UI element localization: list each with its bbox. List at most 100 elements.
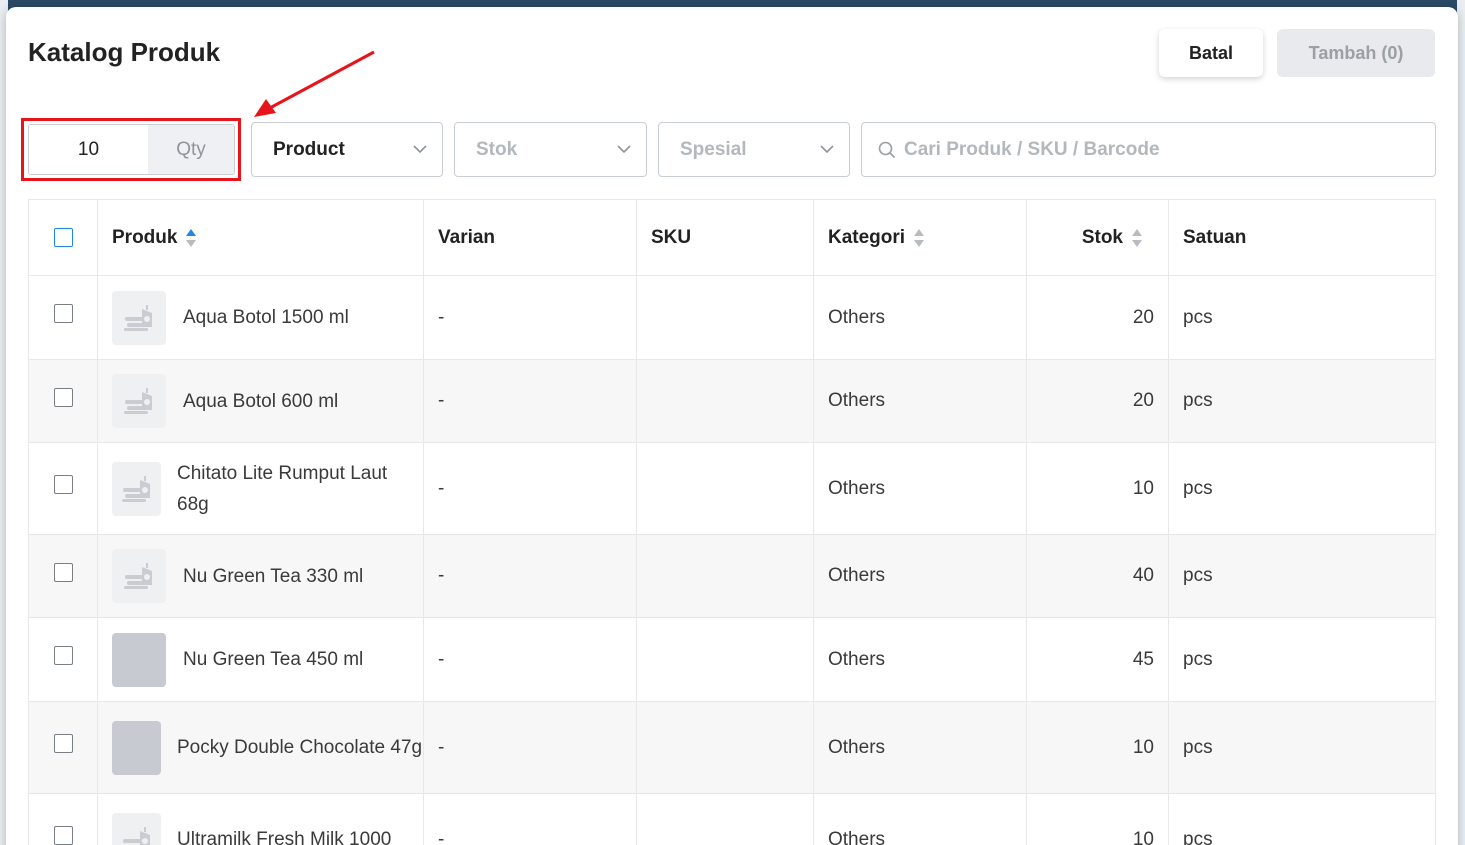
placeholder-icon [124, 388, 152, 414]
product-image [112, 632, 166, 687]
product-select-value: Product [273, 138, 345, 160]
kategori-cell: Others [814, 702, 1027, 793]
row-checkbox-cell [29, 535, 98, 617]
varian-cell: - [424, 360, 637, 442]
sort-icon[interactable] [1131, 228, 1143, 248]
header-kategori[interactable]: Kategori [814, 200, 1027, 275]
header-varian: Varian [424, 200, 637, 275]
annotation-arrow-icon [254, 50, 375, 117]
sku-cell [637, 276, 814, 359]
row-checkbox-cell [29, 618, 98, 701]
row-checkbox-cell [29, 794, 98, 845]
search-field[interactable] [861, 122, 1436, 177]
spesial-select[interactable]: Spesial [658, 122, 850, 177]
chevron-down-icon [820, 145, 834, 154]
annotation-highlight-box [21, 118, 241, 181]
row-checkbox[interactable] [53, 304, 73, 323]
stok-cell: 20 [1027, 276, 1169, 359]
table-row[interactable]: Chitato Lite Rumput Laut 68g - Others 10… [29, 443, 1435, 535]
product-cell: Aqua Botol 600 ml [98, 360, 424, 442]
product-cell: Nu Green Tea 330 ml [98, 535, 424, 617]
varian-cell: - [424, 443, 637, 534]
sku-cell [637, 360, 814, 442]
header-checkbox-cell [29, 200, 98, 275]
satuan-cell: pcs [1183, 565, 1213, 586]
search-input[interactable] [904, 138, 1424, 161]
product-thumbnail [112, 549, 166, 603]
row-checkbox[interactable] [53, 475, 73, 494]
row-checkbox[interactable] [53, 563, 73, 582]
kategori-cell: Others [814, 443, 1027, 534]
product-cell: Ultramilk Fresh Milk 1000 [98, 794, 424, 845]
header-sku: SKU [637, 200, 814, 275]
varian-cell: - [424, 535, 637, 617]
table-row[interactable]: Nu Green Tea 330 ml - Others 40 pcs [29, 535, 1435, 618]
product-table: Produk Varian SKU Kategori Stok Satuan A… [28, 199, 1436, 845]
satuan-cell: pcs [1183, 306, 1213, 328]
varian-cell: - [424, 702, 637, 793]
stok-cell: 10 [1027, 794, 1169, 845]
table-row[interactable]: Nu Green Tea 450 ml - Others 45 pcs [29, 618, 1435, 702]
sku-cell [637, 794, 814, 845]
kategori-cell: Others [814, 535, 1027, 617]
sku-cell [637, 535, 814, 617]
background-right-edge [1457, 0, 1465, 845]
table-row[interactable]: Aqua Botol 1500 ml - Others 20 pcs [29, 276, 1435, 360]
row-checkbox-cell [29, 276, 98, 359]
product-name: Aqua Botol 1500 ml [183, 307, 349, 328]
satuan-cell: pcs [1183, 477, 1213, 499]
table-row[interactable]: Ultramilk Fresh Milk 1000 - Others 10 pc… [29, 794, 1435, 845]
product-name: Ultramilk Fresh Milk 1000 [177, 829, 392, 845]
table-row[interactable]: Pocky Double Chocolate 47g - Others 10 p… [29, 702, 1435, 794]
stok-cell: 20 [1027, 360, 1169, 442]
chevron-down-icon [617, 145, 631, 154]
row-checkbox[interactable] [53, 646, 73, 665]
cancel-button[interactable]: Batal [1159, 29, 1263, 77]
varian-cell: - [424, 618, 637, 701]
product-select[interactable]: Product [251, 122, 443, 177]
spesial-select-value: Spesial [680, 138, 747, 160]
header-satuan: Satuan [1183, 226, 1247, 248]
varian-cell: - [424, 276, 637, 359]
table-row[interactable]: Aqua Botol 600 ml - Others 20 pcs [29, 360, 1435, 443]
product-name: Nu Green Tea 450 ml [183, 649, 364, 670]
varian-cell: - [424, 794, 637, 845]
select-all-checkbox[interactable] [53, 228, 73, 247]
row-checkbox-cell [29, 443, 98, 534]
stok-select[interactable]: Stok [454, 122, 647, 177]
sort-icon[interactable] [185, 228, 197, 248]
row-checkbox[interactable] [53, 388, 73, 407]
product-name: Chitato Lite Rumput Laut 68g [177, 462, 388, 515]
row-checkbox[interactable] [53, 734, 73, 753]
product-thumbnail [112, 461, 161, 516]
product-name: Pocky Double Chocolate 47g [177, 737, 423, 758]
chevron-down-icon [413, 145, 427, 154]
stok-cell: 40 [1027, 535, 1169, 617]
sort-icon[interactable] [913, 228, 925, 248]
product-cell: Aqua Botol 1500 ml [98, 276, 424, 359]
add-button[interactable]: Tambah (0) [1277, 29, 1435, 77]
header-kategori-label: Kategori [828, 226, 906, 248]
product-name: Nu Green Tea 330 ml [183, 565, 364, 587]
kategori-cell: Others [814, 360, 1027, 442]
placeholder-icon [124, 563, 152, 589]
product-name: Aqua Botol 600 ml [183, 390, 339, 412]
header-stok[interactable]: Stok [1027, 200, 1169, 275]
placeholder-icon [124, 304, 152, 331]
row-checkbox[interactable] [53, 826, 73, 845]
product-thumbnail [112, 374, 166, 428]
header-produk-label: Produk [112, 226, 178, 248]
kategori-cell: Others [814, 276, 1027, 359]
satuan-cell: pcs [1183, 736, 1213, 758]
satuan-cell: pcs [1183, 390, 1213, 411]
product-thumbnail [112, 812, 161, 845]
table-header-row: Produk Varian SKU Kategori Stok Satuan [29, 200, 1435, 276]
product-thumbnail [112, 290, 166, 345]
stok-cell: 10 [1027, 443, 1169, 534]
katalog-produk-modal: Katalog Produk Batal Tambah (0) 10 Qty P… [6, 7, 1458, 845]
kategori-cell: Others [814, 794, 1027, 845]
header-produk[interactable]: Produk [98, 200, 424, 275]
placeholder-icon [122, 826, 150, 845]
sku-cell [637, 618, 814, 701]
row-checkbox-cell [29, 702, 98, 793]
